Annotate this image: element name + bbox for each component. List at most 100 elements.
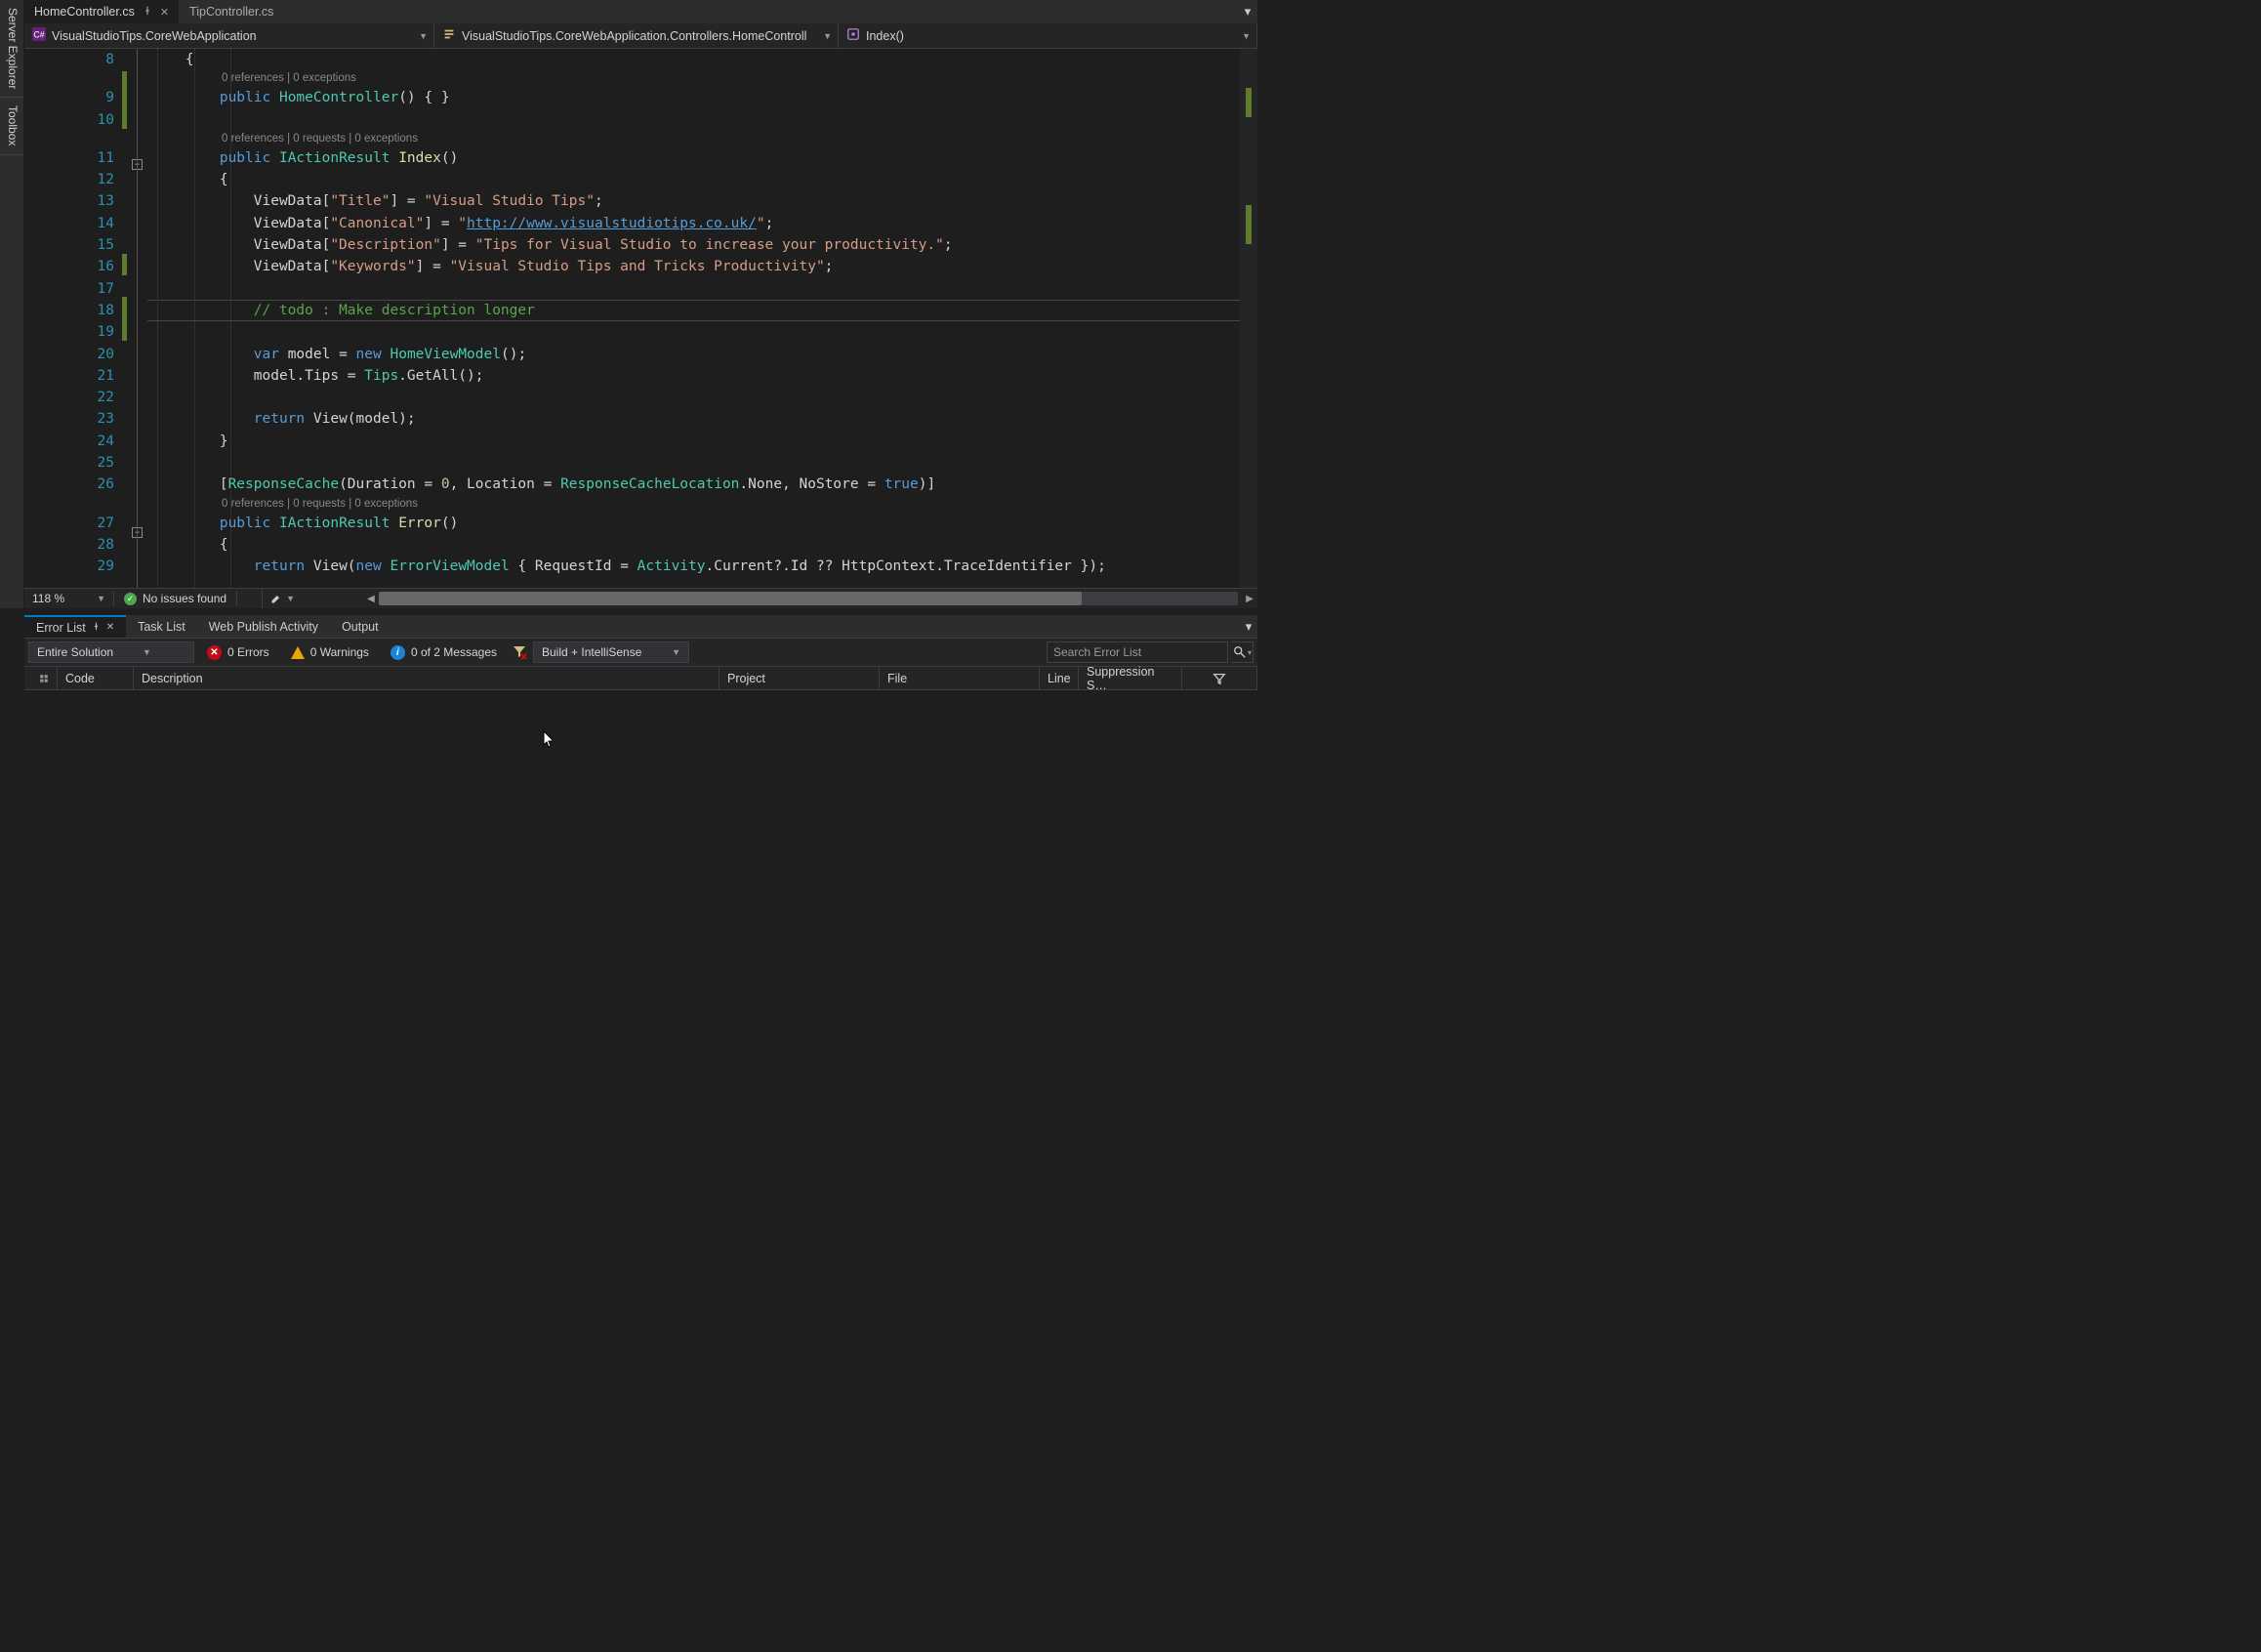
scope-combo[interactable]: Entire Solution ▼ [28, 641, 194, 663]
line-number: 18 [24, 300, 122, 321]
line-number: 13 [24, 190, 122, 212]
line-number: 25 [24, 452, 122, 474]
errors-filter[interactable]: ✕ 0 Errors [198, 641, 278, 663]
url-link[interactable]: http://www.visualstudiotips.co.uk/ [467, 216, 757, 231]
error-list-body [24, 690, 1257, 919]
codelens[interactable]: 0 references | 0 exceptions [147, 70, 1240, 87]
close-icon[interactable]: ✕ [106, 622, 114, 633]
chevron-down-icon: ▼ [286, 594, 295, 603]
tab-homecontroller[interactable]: HomeController.cs ✕ [24, 0, 180, 23]
search-button[interactable]: ▾ [1232, 641, 1254, 663]
error-list-toolbar: Entire Solution ▼ ✕ 0 Errors 0 Warnings … [24, 638, 1257, 667]
search-error-list[interactable]: Search Error List [1047, 641, 1228, 663]
tab-label: Web Publish Activity [209, 620, 318, 634]
csharp-project-icon: C# [32, 27, 46, 44]
header-project[interactable]: Project [719, 667, 880, 689]
tab-label: TipController.cs [189, 5, 273, 19]
scope-label: Entire Solution [37, 645, 113, 659]
header-severity[interactable] [24, 667, 58, 689]
messages-filter[interactable]: i 0 of 2 Messages [382, 641, 506, 663]
horizontal-scrollbar[interactable] [379, 592, 1238, 605]
line-number: 10 [24, 109, 122, 131]
code-content[interactable]: { 0 references | 0 exceptions public Hom… [147, 49, 1240, 588]
tab-error-list[interactable]: Error List ✕ [24, 615, 126, 638]
tab-web-publish[interactable]: Web Publish Activity [197, 615, 330, 638]
namespace-combo[interactable]: C# VisualStudioTips.CoreWebApplication ▼ [24, 23, 434, 48]
line-number: 12 [24, 169, 122, 190]
outline-margin: − − [130, 49, 147, 588]
member-label: Index() [866, 29, 904, 43]
info-icon: i [391, 645, 405, 660]
warnings-filter[interactable]: 0 Warnings [282, 641, 378, 663]
line-number: 21 [24, 365, 122, 387]
tab-label: Task List [138, 620, 185, 634]
chevron-down-icon: ▼ [97, 594, 105, 603]
header-description[interactable]: Description [134, 667, 719, 689]
tab-task-list[interactable]: Task List [126, 615, 197, 638]
line-number: 19 [24, 321, 122, 343]
pin-icon[interactable] [92, 622, 101, 634]
build-intellisense-combo[interactable]: Build + IntelliSense ▼ [533, 641, 689, 663]
close-icon[interactable]: ✕ [160, 6, 169, 19]
line-number: 29 [24, 556, 122, 577]
error-icon: ✕ [207, 645, 222, 660]
scroll-left-icon[interactable]: ◀ [363, 594, 379, 604]
code-editor[interactable]: 8 9 10 11 12 13 14 15 16 17 18 19 20 21 … [24, 49, 1257, 588]
editor-mode-combo[interactable]: ▼ [263, 593, 303, 604]
document-tab-bar: HomeController.cs ✕ TipController.cs ▾ [24, 0, 1257, 23]
filter-icon [1213, 672, 1226, 685]
header-file[interactable]: File [880, 667, 1040, 689]
messages-count: 0 of 2 Messages [411, 645, 497, 659]
codelens[interactable]: 0 references | 0 requests | 0 exceptions [147, 131, 1240, 147]
navigation-bar: C# VisualStudioTips.CoreWebApplication ▼… [24, 23, 1257, 49]
tab-label: Error List [36, 621, 86, 635]
chevron-down-icon: ▼ [1242, 31, 1251, 41]
chevron-down-icon: ▼ [672, 647, 680, 657]
namespace-label: VisualStudioTips.CoreWebApplication [52, 29, 257, 43]
tab-overflow-dropdown[interactable]: ▾ [1238, 0, 1257, 23]
line-number: 17 [24, 278, 122, 300]
line-number: 8 [24, 49, 122, 70]
panel-overflow-dropdown[interactable]: ▾ [1240, 615, 1257, 638]
line-number: 16 [24, 256, 122, 277]
line-number: 9 [24, 87, 122, 108]
overview-ruler[interactable] [1240, 49, 1257, 588]
member-combo[interactable]: Index() ▼ [839, 23, 1257, 48]
header-suppression[interactable]: Suppression S… [1079, 667, 1182, 689]
header-line[interactable]: Line [1040, 667, 1079, 689]
scroll-right-icon[interactable]: ▶ [1242, 594, 1257, 604]
pencil-icon [270, 593, 282, 604]
issues-indicator[interactable]: ✓ No issues found [114, 592, 237, 605]
tab-tipcontroller[interactable]: TipController.cs [180, 0, 284, 23]
editor-status-bar: 118 % ▼ ✓ No issues found ▼ ◀ ▶ [24, 588, 1257, 608]
side-tool-tabs: Server Explorer Toolbox [0, 0, 23, 608]
scrollbar-thumb[interactable] [379, 592, 1082, 605]
bottom-panel-tabs: Error List ✕ Task List Web Publish Activ… [24, 615, 1257, 638]
class-combo[interactable]: VisualStudioTips.CoreWebApplication.Cont… [434, 23, 839, 48]
class-icon [442, 27, 456, 44]
header-code[interactable]: Code [58, 667, 134, 689]
tab-output[interactable]: Output [330, 615, 391, 638]
codelens[interactable]: 0 references | 0 requests | 0 exceptions [147, 496, 1240, 513]
server-explorer-tab[interactable]: Server Explorer [0, 0, 23, 98]
error-list-headers: Code Description Project File Line Suppr… [24, 667, 1257, 690]
line-number: 28 [24, 534, 122, 556]
category-icon [39, 674, 49, 683]
warnings-count: 0 Warnings [310, 645, 369, 659]
line-number: 11 [24, 147, 122, 169]
method-icon [846, 27, 860, 44]
tab-label: HomeController.cs [34, 5, 135, 19]
search-placeholder: Search Error List [1053, 645, 1141, 659]
line-number: 22 [24, 387, 122, 408]
line-number-gutter: 8 9 10 11 12 13 14 15 16 17 18 19 20 21 … [24, 49, 122, 588]
line-number: 15 [24, 234, 122, 256]
errors-count: 0 Errors [227, 645, 269, 659]
todo-comment: // todo : Make description longer [254, 303, 535, 318]
pin-icon[interactable] [143, 6, 152, 19]
header-filter[interactable] [1182, 667, 1257, 689]
line-number: 20 [24, 344, 122, 365]
toolbox-tab[interactable]: Toolbox [0, 98, 23, 154]
tab-label: Output [342, 620, 379, 634]
zoom-combo[interactable]: 118 % ▼ [24, 592, 114, 605]
clear-filters-button[interactable] [510, 642, 529, 662]
